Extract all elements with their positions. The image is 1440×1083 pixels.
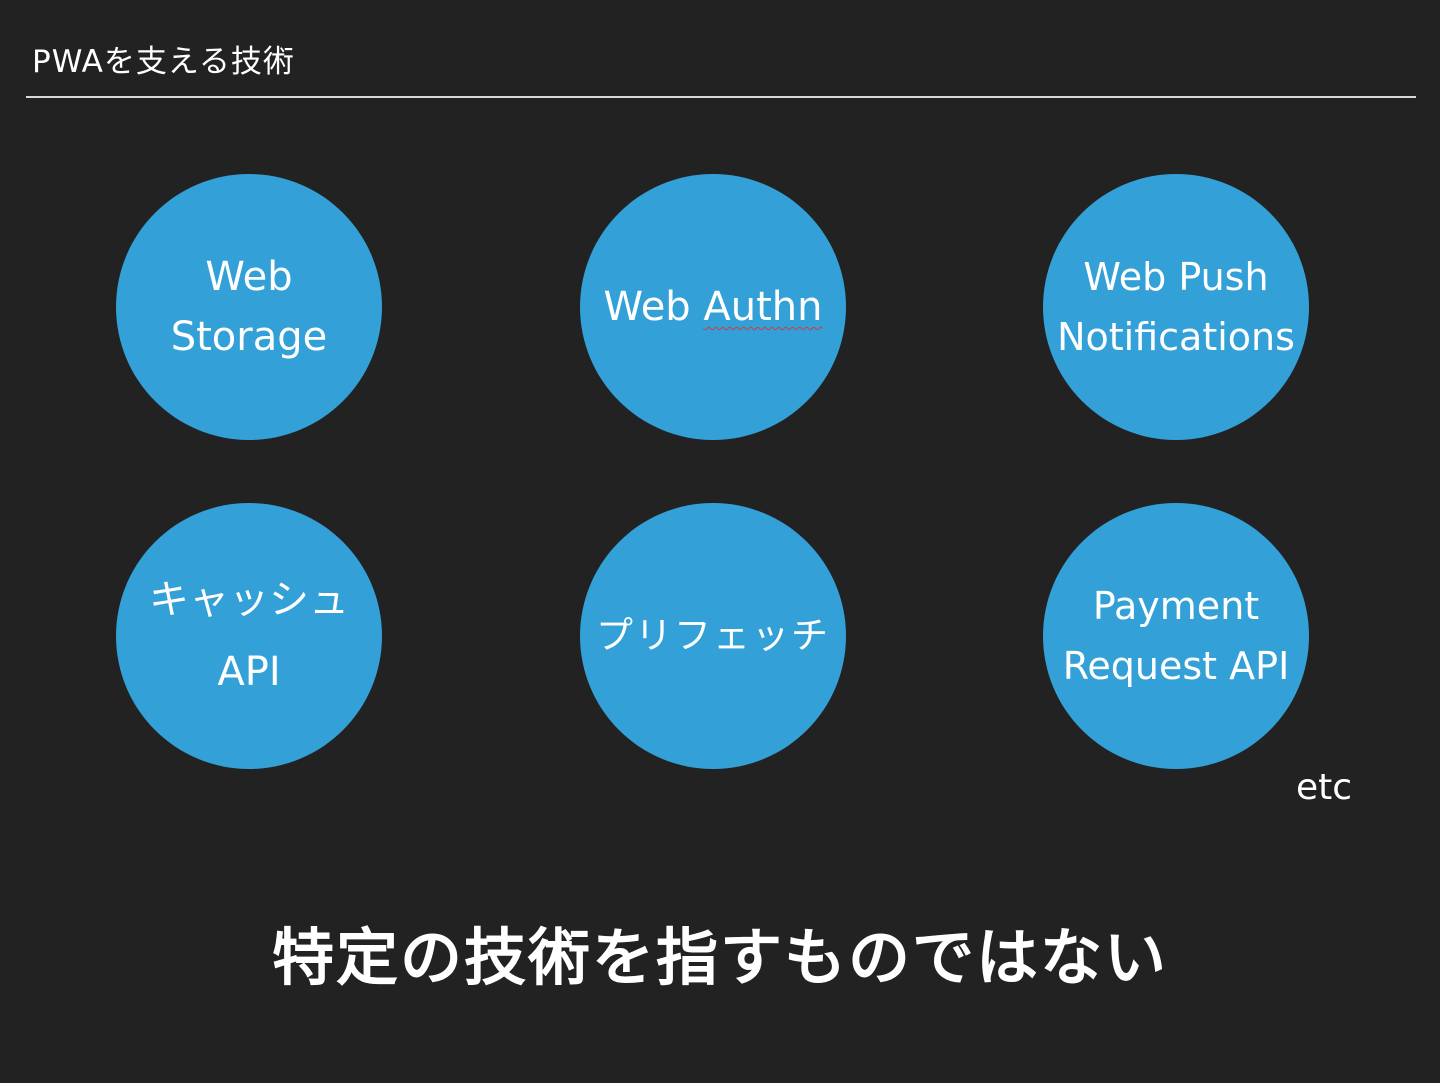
slide: PWAを支える技術 Web Storage Web Authn Web Push… <box>0 0 1440 1083</box>
tech-label-line1: キャッシュ <box>149 577 349 623</box>
tech-label-line2: Storage <box>170 314 328 360</box>
slide-tagline: 特定の技術を指すものではない <box>271 921 1168 994</box>
tech-circle-prefetch: プリフェッチ <box>580 503 846 769</box>
title-divider <box>26 96 1416 98</box>
tech-label-line1: Web <box>205 254 293 300</box>
tech-circle-web-authn: Web Authn <box>580 174 846 440</box>
tech-circle-web-storage: Web Storage <box>116 174 382 440</box>
tech-label-prefix: Web <box>603 284 704 330</box>
tech-circle-web-push: Web Push Notifications <box>1043 174 1309 440</box>
tech-label-line1: Payment <box>1092 584 1260 628</box>
tech-label-line2: Request API <box>1062 644 1290 688</box>
slide-title: PWAを支える技術 <box>32 44 295 80</box>
tech-circle-cache-api: キャッシュ API <box>116 503 382 769</box>
spellcheck-flagged-word: Authn <box>703 284 823 330</box>
tech-circle-payment-request: Payment Request API <box>1043 503 1309 769</box>
tech-label-line1: プリフェッチ <box>596 614 830 657</box>
etc-label: etc <box>1296 767 1353 808</box>
tech-label-line2: API <box>217 649 281 695</box>
tech-label-line2: Notifications <box>1057 315 1295 359</box>
tech-label-line1: Web Authn <box>603 277 822 337</box>
tech-label-line1: Web Push <box>1083 255 1269 299</box>
